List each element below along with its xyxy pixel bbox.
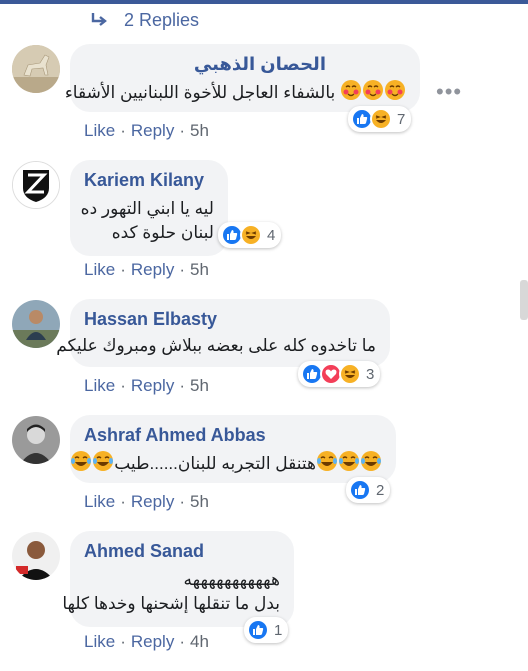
like-reaction-icon xyxy=(247,619,269,641)
reaction-summary[interactable]: 2 xyxy=(346,477,391,503)
comment-author[interactable]: Ahmed Sanad xyxy=(84,540,280,562)
more-options-icon[interactable]: ••• xyxy=(436,79,462,105)
reaction-count: 4 xyxy=(267,226,276,244)
comment-text-line: لبنان حلوة كده xyxy=(111,223,214,242)
comment-text-line: ما تاخدوه كله على بعضه ببلاش ومبروك عليك… xyxy=(56,336,376,355)
reply-link[interactable]: Reply xyxy=(131,121,174,140)
haha-reaction-icon xyxy=(370,108,392,130)
comment-bubble: الحصان الذهبي بالشفاء العاجل للأخوة اللب… xyxy=(65,44,420,112)
haha-reaction-icon xyxy=(240,224,262,246)
comment-actions: Like · Reply · 5h xyxy=(84,121,209,140)
blush-emoji-icon xyxy=(362,79,384,108)
comment-actions: Like · Reply · 4h xyxy=(84,632,209,651)
avatar[interactable] xyxy=(12,532,60,580)
comment-text-line: بالشفاء العاجل للأخوة اللبنانيين الأشقاء xyxy=(64,82,336,102)
top-edge-bar xyxy=(0,0,528,4)
tears-of-joy-emoji-icon xyxy=(316,450,338,479)
reply-arrow-icon xyxy=(91,13,107,26)
horse-avatar-image xyxy=(12,45,60,93)
like-link[interactable]: Like xyxy=(84,376,115,395)
comment-actions: Like · Reply · 5h xyxy=(84,492,209,511)
reaction-summary[interactable]: 1 xyxy=(244,617,289,643)
comment-author[interactable]: Ashraf Ahmed Abbas xyxy=(84,424,382,446)
timestamp[interactable]: 5h xyxy=(190,376,209,395)
tears-of-joy-emoji-icon xyxy=(92,450,114,479)
timestamp[interactable]: 5h xyxy=(190,121,209,140)
comment-author[interactable]: Hassan Elbasty xyxy=(84,308,376,330)
like-reaction-icon xyxy=(349,479,371,501)
like-link[interactable]: Like xyxy=(84,492,115,511)
comment-bubble: Hassan Elbasty ما تاخدوه كله على بعضه بب… xyxy=(56,299,390,367)
comment-author[interactable]: Kariem Kilany xyxy=(84,169,214,191)
timestamp[interactable]: 5h xyxy=(190,260,209,279)
comment-text: بالشفاء العاجل للأخوة اللبنانيين الأشقاء xyxy=(65,79,406,108)
reply-link[interactable]: Reply xyxy=(131,376,174,395)
reply-link[interactable]: Reply xyxy=(131,260,174,279)
club-logo-avatar-image xyxy=(13,162,59,208)
avatar[interactable] xyxy=(12,161,60,209)
tears-of-joy-emoji-icon xyxy=(338,450,360,479)
comment-text-line: هههههههههههه xyxy=(183,570,280,589)
replies-count-label: 2 Replies xyxy=(124,9,200,30)
tears-of-joy-emoji-icon xyxy=(70,450,92,479)
reaction-count: 2 xyxy=(376,481,385,499)
reaction-summary[interactable]: 3 xyxy=(298,361,381,387)
avatar[interactable] xyxy=(12,45,60,93)
reply-link[interactable]: Reply xyxy=(131,632,174,651)
reply-link[interactable]: Reply xyxy=(131,492,174,511)
person-avatar-image xyxy=(12,300,60,348)
comment-actions: Like · Reply · 5h xyxy=(84,260,209,279)
person-avatar-image xyxy=(12,416,60,464)
page-scrollbar[interactable] xyxy=(520,280,528,320)
blush-emoji-icon xyxy=(384,79,406,108)
comment-text-line: هتنقل التجربه للبنان......طيب xyxy=(114,453,316,473)
comment-bubble: Ashraf Ahmed Abbas هتنقل التجربه للبنان.… xyxy=(70,415,396,483)
comment-bubble: Kariem Kilany ليه يا ابني التهور ده لبنا… xyxy=(70,160,228,256)
comment-text: هتنقل التجربه للبنان......طيب xyxy=(71,450,382,479)
avatar[interactable] xyxy=(12,416,60,464)
haha-reaction-icon xyxy=(339,363,361,385)
comment-author[interactable]: الحصان الذهبي xyxy=(84,53,406,75)
comment-text-line: بدل ما تنقلها إشحنها وخدها كلها xyxy=(62,594,280,613)
person-avatar-image xyxy=(12,532,60,580)
view-replies-link[interactable]: 2 Replies xyxy=(90,8,199,32)
comment-bubble: Ahmed Sanad هههههههههههه بدل ما تنقلها إ… xyxy=(62,531,294,627)
timestamp[interactable]: 5h xyxy=(190,492,209,511)
avatar[interactable] xyxy=(12,300,60,348)
comment-text-line: ليه يا ابني التهور ده xyxy=(80,199,214,218)
reaction-count: 1 xyxy=(274,621,283,639)
reaction-count: 7 xyxy=(397,110,406,128)
like-link[interactable]: Like xyxy=(84,260,115,279)
reaction-summary[interactable]: 4 xyxy=(218,222,282,248)
like-link[interactable]: Like xyxy=(84,632,115,651)
timestamp[interactable]: 4h xyxy=(190,632,209,651)
like-link[interactable]: Like xyxy=(84,121,115,140)
reaction-summary[interactable]: 7 xyxy=(348,106,412,132)
tears-of-joy-emoji-icon xyxy=(360,450,382,479)
reaction-count: 3 xyxy=(366,365,375,383)
blush-emoji-icon xyxy=(340,79,362,108)
comment-actions: Like · Reply · 5h xyxy=(84,376,209,395)
